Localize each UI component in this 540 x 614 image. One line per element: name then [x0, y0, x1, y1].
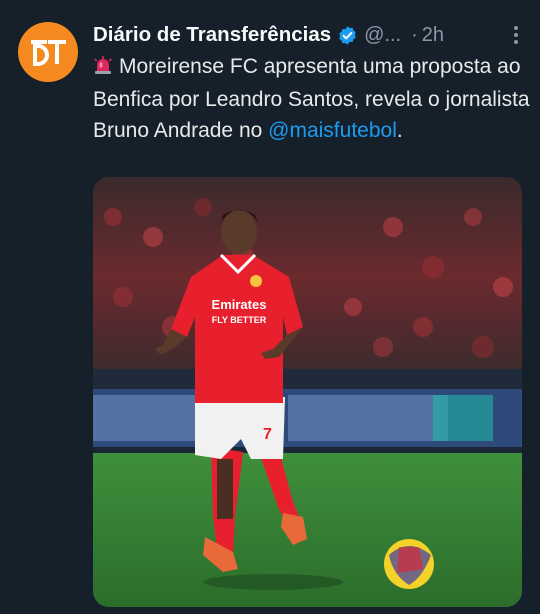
mention-link[interactable]: @maisfutebol: [268, 119, 397, 142]
author-name[interactable]: Diário de Transferências: [93, 23, 331, 47]
shirt-sponsor-line1: Emirates: [212, 297, 267, 312]
verified-badge-icon: [337, 25, 358, 46]
tweet-text-end: .: [396, 119, 403, 142]
tweet-header: Diário de Transferências @... · 2h: [93, 20, 526, 50]
tweet-text: Moreirense FC apresenta uma proposta ao …: [93, 51, 533, 146]
tweet-photo[interactable]: 7 Emirates FLY BETTER: [93, 177, 522, 607]
football-player-photo-icon: 7 Emirates FLY BETTER: [93, 177, 522, 607]
tweet-time[interactable]: 2h: [422, 24, 444, 47]
shirt-sponsor-line2: FLY BETTER: [212, 315, 267, 325]
dt-logo-icon: [31, 40, 66, 66]
siren-emoji-icon: [93, 53, 113, 84]
author-avatar[interactable]: [18, 22, 78, 82]
author-handle[interactable]: @...: [364, 24, 401, 47]
more-options-icon[interactable]: [506, 22, 526, 48]
separator-dot: ·: [411, 23, 418, 46]
shirt-number: 7: [263, 426, 272, 443]
